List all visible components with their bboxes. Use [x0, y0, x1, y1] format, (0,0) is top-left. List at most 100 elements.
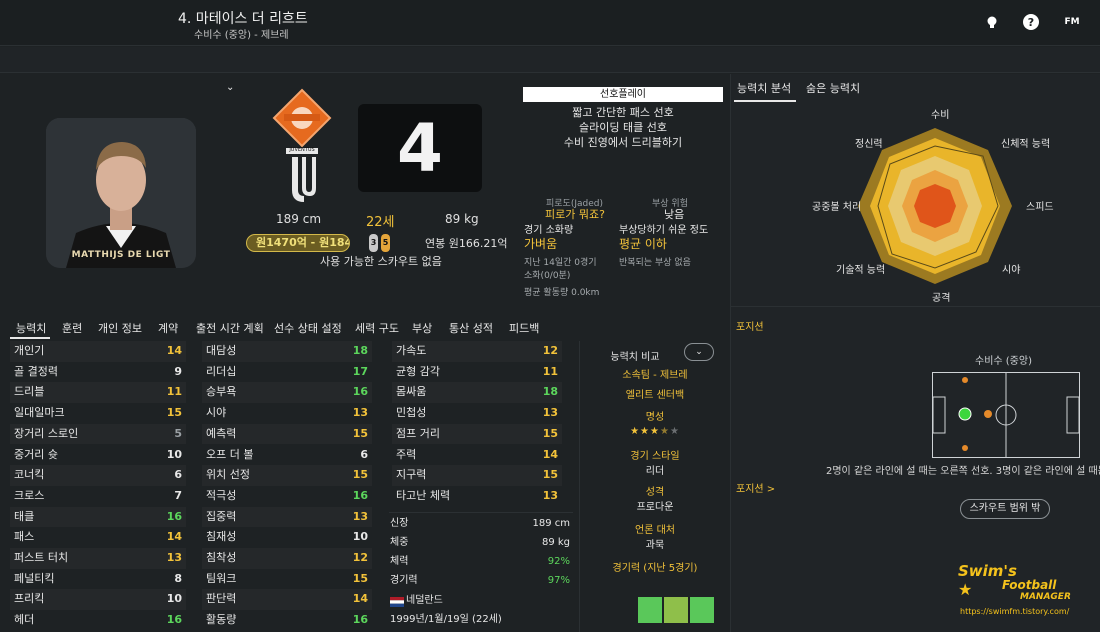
attribute-name: 가속도: [396, 344, 427, 357]
position-note: 2명이 같은 라인에 설 때는 오른쪽 선호. 3명이 같은 라인에 설 때는 …: [826, 466, 1100, 477]
attribute-value: 14: [352, 592, 368, 606]
attribute-row[interactable]: 패스 14: [10, 527, 186, 548]
radar-label-speed: 스피드: [1026, 202, 1054, 213]
attribute-row[interactable]: 크로스 7: [10, 486, 186, 507]
bio-name: 신장: [390, 518, 409, 529]
attribute-name: 페널티킥: [14, 571, 55, 585]
attribute-row[interactable]: 예측력 15: [202, 424, 372, 445]
sub-bar: [0, 47, 1100, 73]
tab-training[interactable]: 훈련: [62, 320, 82, 336]
transfer-value-pill[interactable]: 원1470억 - 원1840억: [246, 234, 350, 252]
watermark-line2: Football: [1002, 578, 1057, 592]
attribute-row[interactable]: 가속도 12: [392, 341, 562, 362]
attribute-row[interactable]: 집중력 13: [202, 507, 372, 528]
attribute-row[interactable]: 리더십 17: [202, 362, 372, 383]
bulb-icon[interactable]: [984, 14, 1000, 30]
position-section-label: 포지션: [736, 322, 764, 333]
attribute-row[interactable]: 오프 더 볼 6: [202, 445, 372, 466]
attribute-row[interactable]: 활동량 16: [202, 610, 372, 631]
attribute-row[interactable]: 민첩성 13: [392, 403, 562, 424]
radar-label-physical: 신체적 능력: [1001, 139, 1051, 150]
attribute-row[interactable]: 침착성 12: [202, 548, 372, 569]
attribute-row[interactable]: 개인기 14: [10, 341, 186, 362]
attribute-row[interactable]: 대담성 18: [202, 341, 372, 362]
fm-logo-icon[interactable]: FM: [1062, 14, 1082, 30]
chevron-down-icon[interactable]: ⌄: [226, 82, 234, 93]
attribute-row[interactable]: 퍼스트 터치 13: [10, 548, 186, 569]
player-photo: MATTHIJS DE LIGT: [46, 118, 196, 268]
radar-label-aerial: 공중볼 처리: [812, 202, 862, 213]
attribute-value: 10: [166, 447, 182, 461]
attribute-value: 13: [542, 406, 558, 420]
attribute-row[interactable]: 침재성 10: [202, 527, 372, 548]
radar-label-vision: 시야: [1002, 265, 1021, 276]
attribute-name: 예측력: [206, 426, 237, 440]
attribute-row[interactable]: 드리블 11: [10, 382, 186, 403]
position-name: 수비수 (중앙): [975, 356, 1032, 367]
attribute-name: 크로스: [14, 488, 45, 502]
attribute-row[interactable]: 중거리 슛 10: [10, 445, 186, 466]
attribute-row[interactable]: 주력 14: [392, 445, 562, 466]
technical-attributes: 개인기 14 골 결정력 9 드리블 11 일대일마크 15 장거리 스로인 5 중거리 슛 10 코너…: [10, 341, 186, 632]
attribute-row[interactable]: 적극성 16: [202, 486, 372, 507]
bio-value: 92%: [547, 556, 570, 567]
tab-feedback[interactable]: 피드백: [509, 320, 539, 336]
bio-value: 89 kg: [541, 537, 570, 548]
attribute-row[interactable]: 몸싸움 18: [392, 382, 562, 403]
tab-player-status[interactable]: 선수 상태 설정: [274, 320, 342, 336]
attribute-row[interactable]: 판단력 14: [202, 589, 372, 610]
attribute-name: 몸싸움: [396, 385, 427, 399]
attribute-value: 14: [166, 530, 182, 544]
comparison-dropdown[interactable]: ⌄: [684, 343, 714, 361]
attribute-row[interactable]: 타고난 체력 13: [392, 486, 562, 507]
help-icon[interactable]: ?: [1023, 14, 1039, 30]
attribute-row[interactable]: 페널티킥 8: [10, 569, 186, 590]
tab-personal-info[interactable]: 개인 정보: [98, 320, 142, 336]
attribute-value: 15: [166, 406, 182, 420]
scout-range-button[interactable]: 스카우트 범위 밖: [960, 499, 1050, 519]
tab-underline: [734, 100, 796, 102]
height-label: 189 cm: [276, 212, 322, 226]
tab-playing-time-plan[interactable]: 출전 시간 계획: [196, 320, 264, 336]
injury-risk-value: 낮음: [664, 208, 685, 221]
tab-career-stats[interactable]: 통산 성적: [449, 320, 493, 336]
attribute-row[interactable]: 시야 13: [202, 403, 372, 424]
match-load-label: 경기 소화량: [524, 225, 574, 236]
attribute-value: 16: [352, 613, 368, 627]
attribute-row[interactable]: 일대일마크 15: [10, 403, 186, 424]
attribute-row[interactable]: 태클 16: [10, 507, 186, 528]
attribute-row[interactable]: 위치 선정 15: [202, 465, 372, 486]
attribute-name: 판단력: [206, 592, 237, 606]
tab-hidden-attributes[interactable]: 숨은 능력치: [806, 80, 860, 96]
attribute-row[interactable]: 골 결정력 9: [10, 362, 186, 383]
attribute-row[interactable]: 균형 감각 11: [392, 362, 562, 383]
tab-attributes[interactable]: 능력치: [16, 320, 46, 336]
attribute-row[interactable]: 코너킥 6: [10, 465, 186, 486]
attribute-row[interactable]: 헤더 16: [10, 610, 186, 631]
top-bar: [0, 0, 1100, 46]
attribute-row[interactable]: 프리킥 10: [10, 589, 186, 610]
position-pitch: [932, 372, 1080, 458]
star-icon: ★: [958, 580, 973, 599]
tab-injuries[interactable]: 부상: [412, 320, 432, 336]
attribute-name: 일대일마크: [14, 406, 65, 420]
attribute-name: 시야: [206, 406, 227, 420]
attribute-value: 12: [542, 344, 558, 357]
tab-dynamics[interactable]: 세력 구도: [355, 320, 399, 336]
tab-contract[interactable]: 계약: [158, 320, 178, 336]
attribute-row[interactable]: 점프 거리 15: [392, 424, 562, 445]
attribute-name: 위치 선정: [206, 468, 250, 482]
position-section-label-2[interactable]: 포지션 >: [736, 480, 775, 495]
weight-label: 89 kg: [445, 212, 479, 226]
attribute-row[interactable]: 지구력 15: [392, 465, 562, 486]
player-subtitle[interactable]: 수비수 (중앙) - 제브레: [194, 26, 289, 41]
attribute-value: 18: [352, 344, 368, 357]
attribute-value: 16: [352, 488, 368, 502]
tab-attribute-analysis[interactable]: 능력치 분석: [737, 80, 791, 96]
attribute-row[interactable]: 팀워크 15: [202, 569, 372, 590]
attribute-value: 5: [174, 426, 182, 440]
attribute-value: 15: [352, 571, 368, 585]
attribute-row[interactable]: 장거리 스로인 5: [10, 424, 186, 445]
attribute-value: 13: [352, 509, 368, 523]
attribute-row[interactable]: 승부욕 16: [202, 382, 372, 403]
